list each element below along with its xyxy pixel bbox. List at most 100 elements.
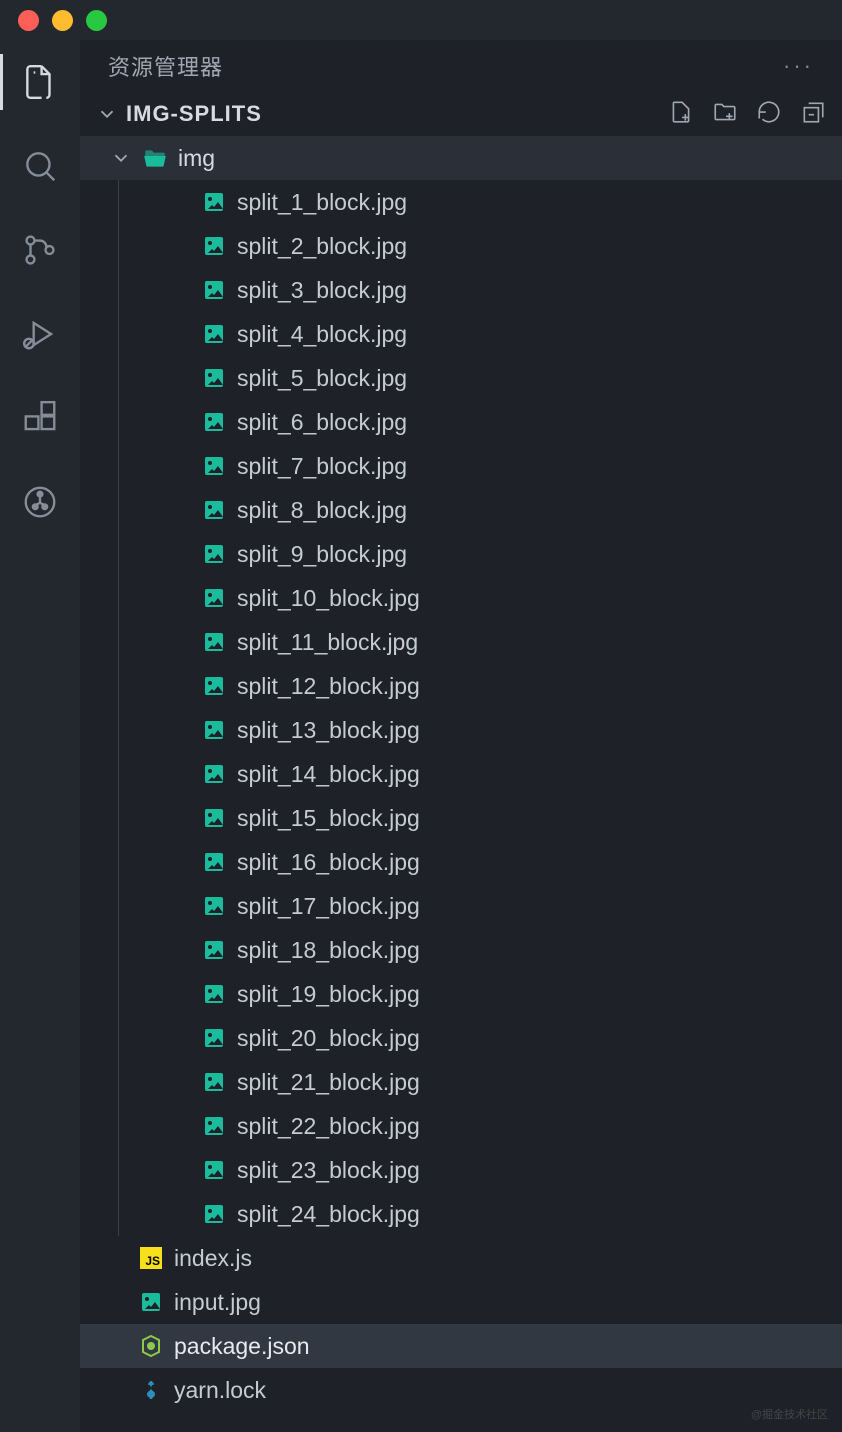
image-file-icon xyxy=(201,541,227,567)
new-folder-icon[interactable] xyxy=(712,99,738,130)
file-item[interactable]: input.jpg xyxy=(80,1280,842,1324)
json-file-icon xyxy=(138,1333,164,1359)
refresh-icon[interactable] xyxy=(756,99,782,130)
file-label: split_24_block.jpg xyxy=(237,1201,420,1228)
file-item[interactable]: split_4_block.jpg xyxy=(119,312,842,356)
collapse-all-icon[interactable] xyxy=(800,99,826,130)
file-item[interactable]: split_1_block.jpg xyxy=(119,180,842,224)
image-file-icon xyxy=(201,409,227,435)
file-item[interactable]: yarn.lock xyxy=(80,1368,842,1412)
image-file-icon xyxy=(201,1025,227,1051)
sidebar-title: 资源管理器 xyxy=(108,50,223,82)
maximize-window-button[interactable] xyxy=(86,10,107,31)
file-item[interactable]: split_21_block.jpg xyxy=(119,1060,842,1104)
file-item[interactable]: split_11_block.jpg xyxy=(119,620,842,664)
file-item[interactable]: split_17_block.jpg xyxy=(119,884,842,928)
image-file-icon xyxy=(201,673,227,699)
file-label: split_20_block.jpg xyxy=(237,1025,420,1052)
file-label: split_19_block.jpg xyxy=(237,981,420,1008)
file-item[interactable]: split_13_block.jpg xyxy=(119,708,842,752)
file-item[interactable]: split_18_block.jpg xyxy=(119,928,842,972)
activity-bar xyxy=(0,40,80,1432)
file-item[interactable]: split_8_block.jpg xyxy=(119,488,842,532)
file-label: split_12_block.jpg xyxy=(237,673,420,700)
image-file-icon xyxy=(201,629,227,655)
image-file-icon xyxy=(201,1157,227,1183)
file-label: split_5_block.jpg xyxy=(237,365,407,392)
file-item[interactable]: split_19_block.jpg xyxy=(119,972,842,1016)
file-item[interactable]: split_3_block.jpg xyxy=(119,268,842,312)
file-label: split_18_block.jpg xyxy=(237,937,420,964)
image-file-icon xyxy=(201,453,227,479)
file-item[interactable]: split_2_block.jpg xyxy=(119,224,842,268)
file-item[interactable]: split_5_block.jpg xyxy=(119,356,842,400)
file-list: split_1_block.jpg split_2_block.jpg split_… xyxy=(118,180,842,1236)
file-label: split_3_block.jpg xyxy=(237,277,407,304)
file-label: split_17_block.jpg xyxy=(237,893,420,920)
file-item[interactable]: split_16_block.jpg xyxy=(119,840,842,884)
file-item[interactable]: split_24_block.jpg xyxy=(119,1192,842,1236)
project-actions xyxy=(668,99,826,130)
git-graph-tab-icon[interactable] xyxy=(18,480,62,524)
file-item[interactable]: split_20_block.jpg xyxy=(119,1016,842,1060)
file-item[interactable]: split_23_block.jpg xyxy=(119,1148,842,1192)
image-file-icon xyxy=(201,233,227,259)
folder-label: img xyxy=(178,145,215,172)
image-file-icon xyxy=(201,1113,227,1139)
explorer-tab-icon[interactable] xyxy=(18,60,62,104)
file-label: split_10_block.jpg xyxy=(237,585,420,612)
image-file-icon xyxy=(138,1289,164,1315)
image-file-icon xyxy=(201,321,227,347)
file-label: split_21_block.jpg xyxy=(237,1069,420,1096)
file-label: split_13_block.jpg xyxy=(237,717,420,744)
file-label: split_2_block.jpg xyxy=(237,233,407,260)
yarn-file-icon xyxy=(138,1377,164,1403)
project-name: IMG-SPLITS xyxy=(126,101,262,127)
image-file-icon xyxy=(201,981,227,1007)
watermark-text: @掘金技术社区 xyxy=(751,1406,828,1422)
file-label: input.jpg xyxy=(174,1289,261,1316)
image-file-icon xyxy=(201,849,227,875)
image-file-icon xyxy=(201,277,227,303)
file-label: split_4_block.jpg xyxy=(237,321,407,348)
file-label: split_9_block.jpg xyxy=(237,541,407,568)
image-file-icon xyxy=(201,497,227,523)
close-window-button[interactable] xyxy=(18,10,39,31)
folder-item[interactable]: img xyxy=(80,136,842,180)
file-tree: img split_1_block.jpgsplit_2_block.jpgsp… xyxy=(80,136,842,1432)
file-item[interactable]: split_15_block.jpg xyxy=(119,796,842,840)
file-label: split_16_block.jpg xyxy=(237,849,420,876)
chevron-down-icon xyxy=(110,147,132,169)
sidebar-header: 资源管理器 ··· xyxy=(80,40,842,92)
extensions-tab-icon[interactable] xyxy=(18,396,62,440)
file-item[interactable]: split_22_block.jpg xyxy=(119,1104,842,1148)
file-item[interactable]: package.json xyxy=(80,1324,842,1368)
file-item[interactable]: split_6_block.jpg xyxy=(119,400,842,444)
file-item[interactable]: JSindex.js xyxy=(80,1236,842,1280)
file-label: split_1_block.jpg xyxy=(237,189,407,216)
source-control-tab-icon[interactable] xyxy=(18,228,62,272)
new-file-icon[interactable] xyxy=(668,99,694,130)
file-item[interactable]: split_10_block.jpg xyxy=(119,576,842,620)
explorer-sidebar: 资源管理器 ··· IMG-SPLITS xyxy=(80,40,842,1432)
search-tab-icon[interactable] xyxy=(18,144,62,188)
file-label: split_11_block.jpg xyxy=(237,629,418,656)
file-label: split_7_block.jpg xyxy=(237,453,407,480)
more-actions-icon[interactable]: ··· xyxy=(783,53,814,79)
file-item[interactable]: split_14_block.jpg xyxy=(119,752,842,796)
debug-tab-icon[interactable] xyxy=(18,312,62,356)
minimize-window-button[interactable] xyxy=(52,10,73,31)
file-label: split_15_block.jpg xyxy=(237,805,420,832)
file-label: split_23_block.jpg xyxy=(237,1157,420,1184)
image-file-icon xyxy=(201,585,227,611)
image-file-icon xyxy=(201,189,227,215)
file-item[interactable]: split_9_block.jpg xyxy=(119,532,842,576)
root-files-list: JSindex.js input.jpg package.json yarn.lock xyxy=(80,1236,842,1412)
file-item[interactable]: split_12_block.jpg xyxy=(119,664,842,708)
project-header[interactable]: IMG-SPLITS xyxy=(80,92,842,136)
file-label: yarn.lock xyxy=(174,1377,266,1404)
chevron-down-icon xyxy=(96,103,118,125)
file-label: split_22_block.jpg xyxy=(237,1113,420,1140)
image-file-icon xyxy=(201,937,227,963)
file-item[interactable]: split_7_block.jpg xyxy=(119,444,842,488)
